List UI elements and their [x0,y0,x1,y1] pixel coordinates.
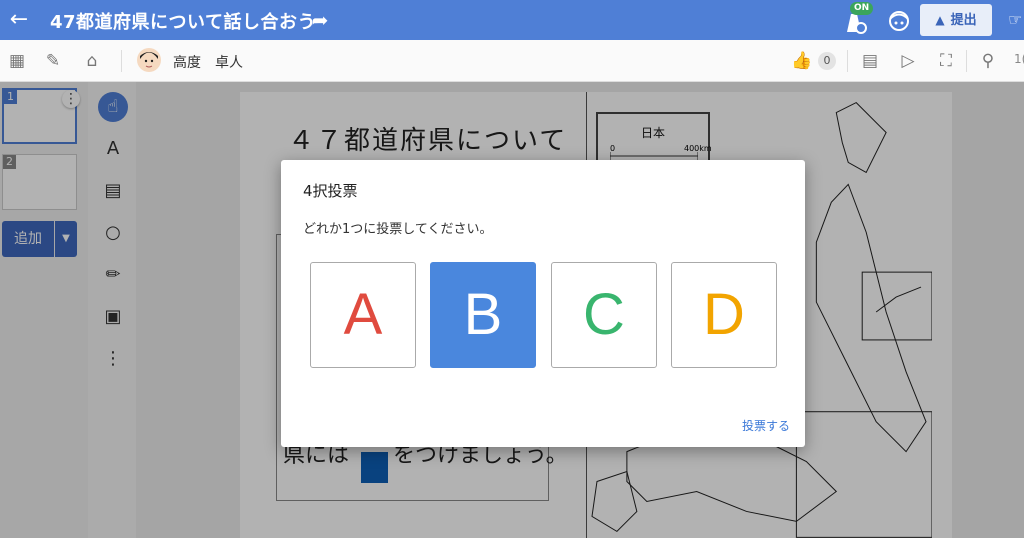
avatar-face-icon [140,52,158,68]
choice-c-button[interactable]: C [551,262,657,368]
vote-dialog: 4択投票 どれか1つに投票してください。 A B C D 投票する [281,160,805,447]
choice-b-button[interactable]: B [430,262,536,368]
vote-button[interactable]: 投票する [742,417,790,434]
choice-d-button[interactable]: D [671,262,777,368]
thumbs-up-icon[interactable]: 👍 [790,49,814,73]
toolbar-divider [966,50,967,72]
upload-icon: ▲ [935,13,945,27]
zoom-level: 1( [1014,52,1024,66]
class-monitor-icon[interactable] [886,8,912,34]
toolbar-divider [121,50,122,72]
grid-view-icon[interactable]: ▦ [5,49,29,73]
on-badge: ON [850,2,874,15]
zoom-icon[interactable]: ⚲ [976,49,1000,73]
dialog-title: 4択投票 [303,182,358,200]
submit-button[interactable]: ▲ 提出 [920,4,992,36]
dialog-message: どれか1つに投票してください。 [303,222,493,237]
hand-icon[interactable]: ☞ [1008,10,1022,29]
app-header: ← 47都道府県について話し合おう ➦ ON ▲ 提出 ☞ [0,0,1024,40]
like-count-badge: 0 [818,52,836,70]
fullscreen-icon[interactable]: ⛶ [934,49,958,73]
choice-a-button[interactable]: A [310,262,416,368]
page-title: 47都道府県について話し合おう [50,12,317,33]
toolbar-divider [847,50,848,72]
pdf-icon[interactable]: ▤ [858,49,882,73]
play-icon[interactable]: ▷ [896,49,920,73]
user-name: 高度 卓人 [173,55,243,71]
avatar [137,48,161,72]
edit-note-icon[interactable]: ✎ [41,49,65,73]
home-icon[interactable]: ⌂ [80,49,104,73]
back-arrow-icon[interactable]: ← [4,5,34,35]
submit-label: 提出 [950,13,977,28]
share-icon[interactable]: ➦ [305,5,335,35]
